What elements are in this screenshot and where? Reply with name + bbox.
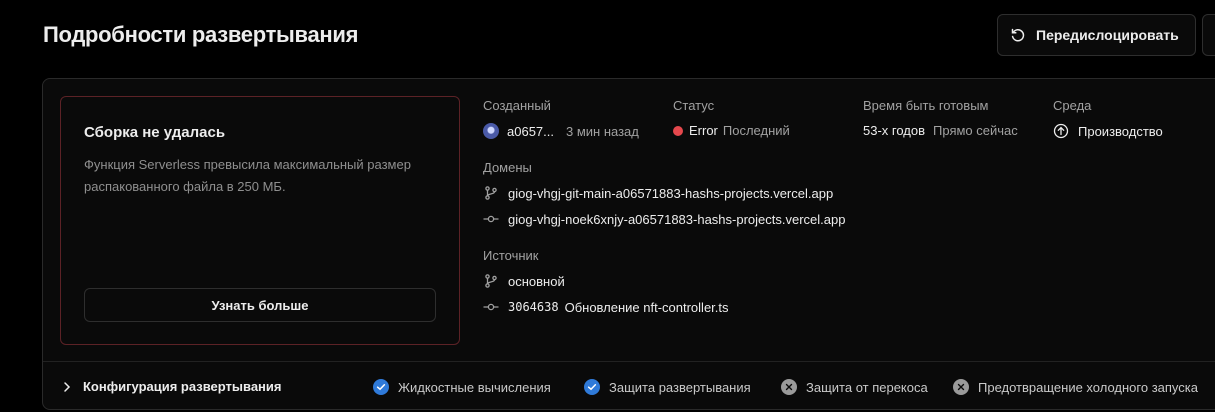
page-title: Подробности развертывания [43, 22, 359, 47]
feature-item: Предотвращение холодного запуска [953, 379, 1198, 395]
status-dot [673, 125, 683, 136]
git-commit-icon [483, 211, 499, 227]
check-circle-icon [373, 379, 389, 395]
source-branch[interactable]: основной [508, 274, 565, 289]
domains-label: Домены [483, 160, 532, 175]
x-circle-icon [953, 379, 969, 395]
ready-when: Прямо сейчас [933, 123, 1018, 138]
status-label: Статус [673, 98, 715, 113]
feature-item: Защита от перекоса [781, 379, 928, 395]
domain-link[interactable]: giog-vhgj-git-main-a06571883-hashs-proje… [508, 186, 833, 201]
redo-icon [1010, 27, 1026, 43]
feature-label: Защита развертывания [609, 379, 751, 395]
created-label: Созданный [483, 98, 551, 113]
status-tag: Последний [722, 123, 790, 138]
created-value: a0657... 3 мин назад [483, 123, 639, 139]
commit-message: Обновление nft-controller.ts [564, 299, 729, 315]
ready-label: Время быть готовым [863, 98, 989, 113]
status-text: Error [689, 123, 718, 138]
more-options-button[interactable] [1202, 14, 1215, 56]
ready-value: 53-х годов Прямо сейчас [863, 123, 1018, 138]
redeploy-button[interactable]: Передислоцировать [997, 14, 1196, 56]
git-branch-icon [483, 273, 499, 289]
source-branch-row: основной [483, 273, 565, 289]
domain-link[interactable]: giog-vhgj-noek6xnjy-a06571883-hashs-proj… [508, 212, 845, 227]
source-label: Источник [483, 248, 539, 263]
deployment-card: Сборка не удалась Функция Serverless пре… [42, 78, 1215, 410]
environment-value: Производство [1053, 123, 1163, 139]
check-circle-icon [584, 379, 600, 395]
source-commit-row: 3064638 Обновление nft-controller.ts [483, 299, 729, 315]
deployment-config-toggle[interactable]: Конфигурация развертывания [61, 379, 281, 394]
x-circle-icon [781, 379, 797, 395]
environment-label: Среда [1053, 98, 1092, 113]
feature-label: Защита от перекоса [806, 379, 928, 395]
deployment-config-label: Конфигурация развертывания [83, 379, 282, 394]
feature-label: Предотвращение холодного запуска [978, 379, 1198, 395]
error-description: Функция Serverless превысила максимальны… [84, 157, 411, 194]
avatar [483, 123, 499, 139]
git-branch-icon [483, 185, 499, 201]
commit-hash[interactable]: 3064638 [508, 300, 559, 314]
created-time: 3 мин назад [566, 123, 639, 139]
build-error-panel: Сборка не удалась Функция Serverless пре… [60, 96, 460, 345]
redeploy-label: Передислоцировать [1036, 27, 1179, 43]
ready-duration: 53-х годов [863, 123, 926, 138]
domain-row: giog-vhgj-noek6xnjy-a06571883-hashs-proj… [483, 211, 845, 227]
divider [43, 361, 1215, 362]
environment-text: Производство [1078, 123, 1163, 139]
feature-item: Защита развертывания [584, 379, 751, 395]
arrow-up-circle-icon [1053, 123, 1069, 139]
status-value: Error Последний [673, 123, 790, 138]
feature-label: Жидкостные вычисления [398, 379, 551, 395]
created-author[interactable]: a0657... [507, 124, 554, 139]
feature-item: Жидкостные вычисления [373, 379, 551, 395]
error-title: Сборка не удалась [84, 124, 226, 141]
git-commit-icon [483, 299, 499, 315]
learn-more-button[interactable]: Узнать больше [84, 288, 436, 322]
domain-row: giog-vhgj-git-main-a06571883-hashs-proje… [483, 185, 833, 201]
chevron-right-icon [61, 381, 73, 393]
